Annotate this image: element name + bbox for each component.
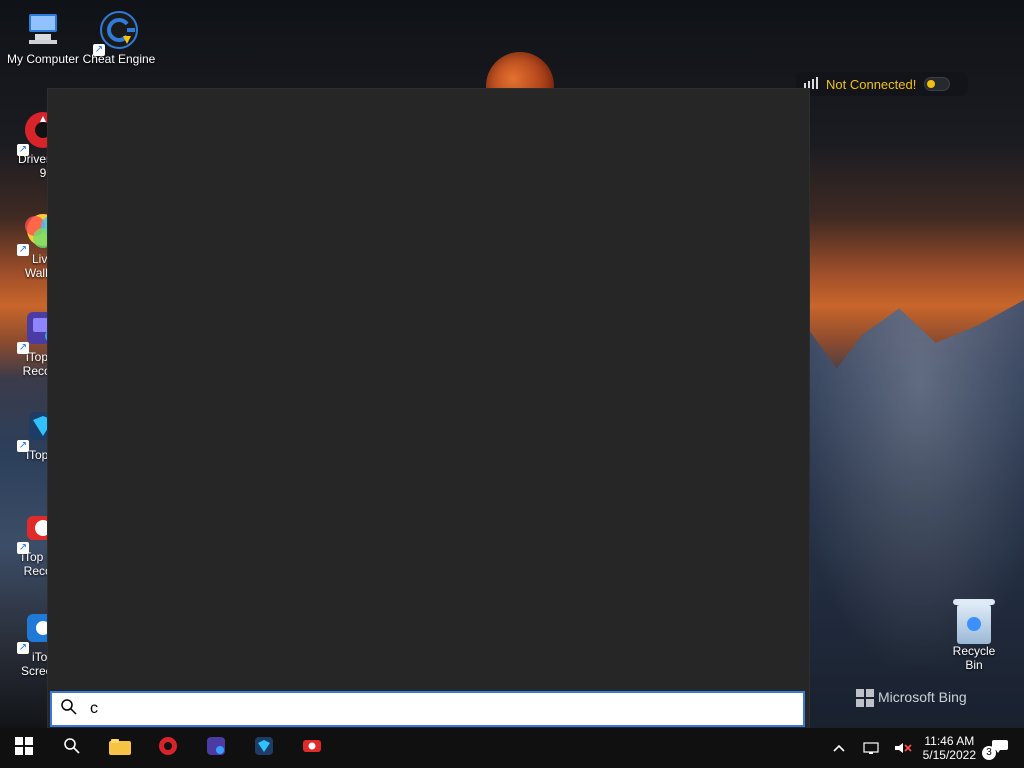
shortcut-arrow-icon: ↗	[17, 440, 29, 452]
driver-booster-icon	[157, 735, 179, 762]
microsoft-logo-icon	[856, 689, 874, 707]
start-button[interactable]	[0, 728, 48, 768]
computer-icon	[21, 8, 65, 52]
system-tray: 11:46 AM 5/15/2022 3	[827, 728, 1024, 768]
shortcut-arrow-icon: ↗	[93, 44, 105, 56]
itop-vpn-taskbar[interactable]	[240, 728, 288, 768]
toggle-icon[interactable]	[924, 77, 951, 91]
clock[interactable]: 11:46 AM 5/15/2022	[923, 734, 976, 762]
shortcut-arrow-icon: ↗	[17, 342, 29, 354]
taskbar: 11:46 AM 5/15/2022 3	[0, 728, 1024, 768]
itop-screen-recorder-icon	[301, 735, 323, 762]
microsoft-bing-watermark: Microsoft Bing	[856, 689, 967, 707]
desktop-icon-label: My Computer	[6, 52, 80, 66]
desktop-icon-label: Cheat Engine	[82, 52, 156, 66]
shortcut-arrow-icon: ↗	[17, 642, 29, 654]
search-icon	[60, 698, 78, 721]
recycle-bin-icon	[953, 599, 995, 644]
vpn-status-pill[interactable]: Not Connected!	[796, 72, 968, 96]
time-text: 11:46 AM	[924, 734, 975, 748]
volume-muted-icon[interactable]	[891, 728, 915, 768]
folder-icon	[109, 737, 131, 760]
notifications-badge: 3	[982, 746, 996, 760]
windows-icon	[15, 736, 33, 760]
desktop-icon-cheat-engine[interactable]: ↗ Cheat Engine	[76, 8, 162, 66]
start-search-panel	[47, 88, 810, 730]
desktop-icon-my-computer[interactable]: My Computer	[0, 8, 86, 66]
notifications-button[interactable]: 3	[982, 728, 1016, 768]
chevron-up-icon[interactable]	[827, 728, 851, 768]
itop-vpn-icon	[253, 735, 275, 762]
recycle-bin-label: Recycle Bin	[952, 644, 996, 672]
search-input[interactable]	[88, 699, 803, 719]
status-text: Not Connected!	[826, 76, 917, 92]
itop-data-recovery-taskbar[interactable]	[192, 728, 240, 768]
shortcut-arrow-icon: ↗	[17, 244, 29, 256]
search-box[interactable]	[50, 691, 805, 727]
desktop-icon-recycle-bin[interactable]: Recycle Bin	[946, 599, 1002, 672]
network-icon[interactable]	[859, 728, 883, 768]
itop-screen-recorder-taskbar[interactable]	[288, 728, 336, 768]
itop-data-recovery-icon	[205, 735, 227, 762]
date-text: 5/15/2022	[922, 748, 976, 762]
search-icon	[63, 737, 81, 760]
shortcut-arrow-icon: ↗	[17, 542, 29, 554]
search-button[interactable]	[48, 728, 96, 768]
bing-text: Microsoft Bing	[878, 689, 967, 705]
shortcut-arrow-icon: ↗	[17, 144, 29, 156]
cheat-engine-icon: ↗	[93, 8, 141, 56]
file-explorer-button[interactable]	[96, 728, 144, 768]
driver-booster-taskbar[interactable]	[144, 728, 192, 768]
